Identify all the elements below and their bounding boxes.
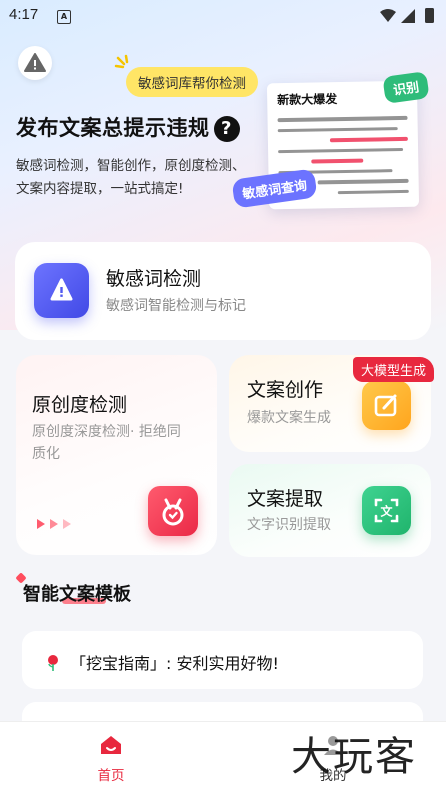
originality-check-card[interactable]: 原创度检测 原创度深度检测· 拒绝同质化 bbox=[16, 355, 217, 555]
paper-title: 新款大爆发 bbox=[277, 92, 338, 108]
arrows-icon bbox=[37, 519, 71, 529]
template-item[interactable]: 「挖宝指南」: 安利实用好物! bbox=[22, 631, 423, 689]
sensitive-word-check-card[interactable]: 敏感词检测 敏感词智能检测与标记 bbox=[15, 242, 431, 340]
notification-icon: A bbox=[57, 10, 71, 24]
status-time: 4:17 bbox=[9, 6, 39, 23]
card-title: 敏感词检测 bbox=[106, 268, 202, 290]
home-icon bbox=[101, 736, 121, 754]
model-generated-badge: 大模型生成 bbox=[353, 357, 435, 382]
edit-pencil-icon bbox=[362, 381, 411, 430]
rose-icon bbox=[46, 655, 60, 671]
hero-tag-sensitive-library: 敏感词库帮你检测 bbox=[126, 67, 258, 97]
battery-icon bbox=[425, 8, 434, 23]
text-extract-card[interactable]: 文案提取 文字识别提取 文 bbox=[229, 464, 431, 557]
hero-subtitle-line-2: 文案内容提取，一站式搞定! bbox=[16, 181, 184, 197]
tab-home-label: 首页 bbox=[97, 768, 125, 784]
warning-bubble-icon bbox=[18, 46, 52, 80]
section-title: 智能文案模板 bbox=[23, 584, 131, 605]
wifi-icon bbox=[380, 9, 396, 22]
award-badge-icon bbox=[148, 486, 198, 536]
card-subtitle: 敏感词智能检测与标记 bbox=[106, 298, 246, 314]
card-subtitle: 文字识别提取 bbox=[247, 517, 331, 533]
warning-triangle-icon bbox=[34, 263, 89, 318]
tab-home[interactable]: 首页 bbox=[70, 734, 152, 784]
card-subtitle: 原创度深度检测· 拒绝同质化 bbox=[32, 424, 181, 462]
hero-title: 发布文案总提示违规? bbox=[16, 112, 240, 142]
scan-text-icon: 文 bbox=[362, 486, 411, 535]
card-title: 文案提取 bbox=[247, 488, 324, 510]
watermark-logo: 大玩客 bbox=[291, 734, 417, 780]
card-title: 文案创作 bbox=[247, 379, 324, 401]
status-bar: 4:17 A bbox=[0, 0, 446, 32]
template-item-label: 「挖宝指南」: 安利实用好物! bbox=[46, 650, 279, 674]
svg-text:文: 文 bbox=[380, 504, 393, 519]
hero-subtitle-line-1: 敏感词检测，智能创作，原创度检测、 bbox=[16, 158, 246, 174]
hero-subtitle: 敏感词检测，智能创作，原创度检测、 文案内容提取，一站式搞定! bbox=[16, 155, 246, 201]
card-title: 原创度检测 bbox=[32, 394, 128, 416]
signal-icon bbox=[401, 9, 415, 23]
card-subtitle: 爆款文案生成 bbox=[247, 410, 331, 426]
